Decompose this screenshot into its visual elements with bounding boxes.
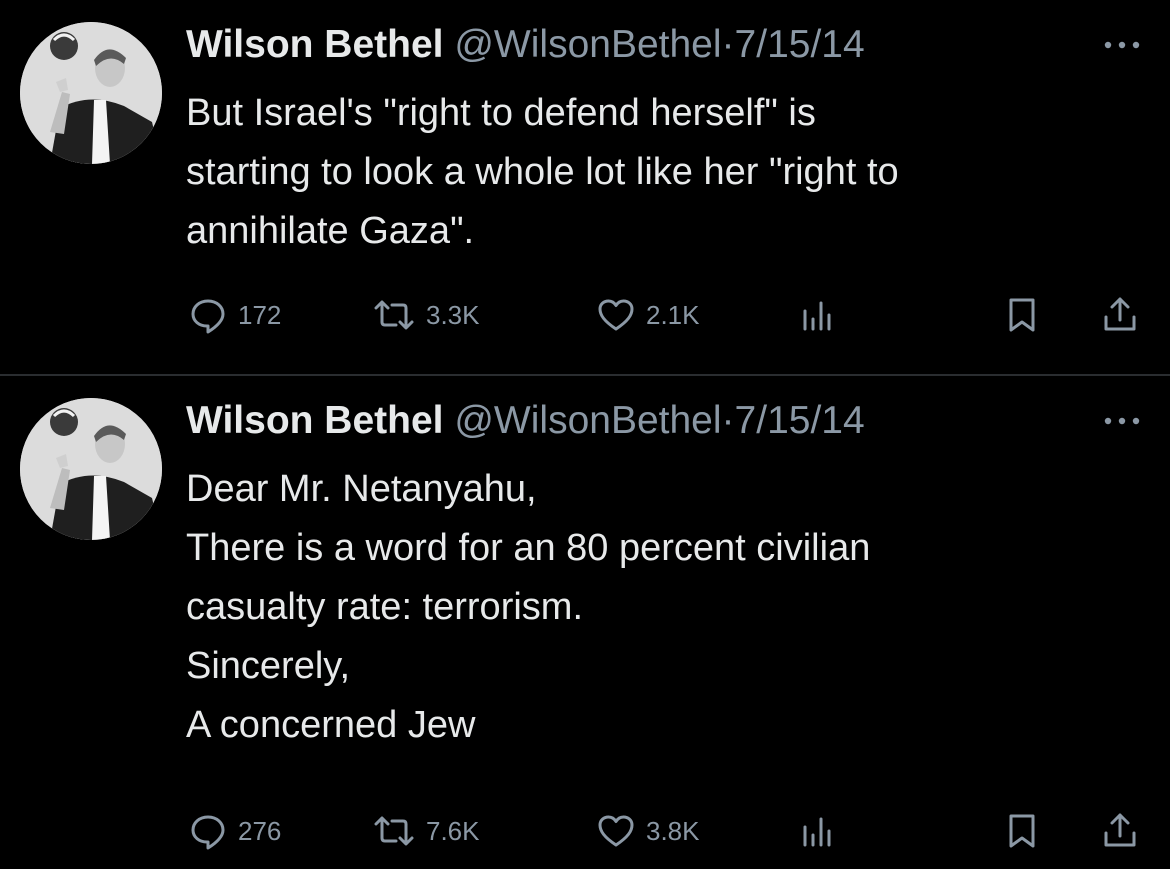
retweet-arrows-icon [374, 300, 414, 330]
tweet-text: Dear Mr. Netanyahu, There is a word for … [186, 460, 1146, 755]
bookmark-button[interactable] [1002, 290, 1042, 340]
like-count: 3.8K [646, 815, 700, 846]
views-button[interactable] [796, 806, 836, 856]
heart-icon [598, 299, 634, 331]
like-count: 2.1K [646, 299, 700, 330]
tweet-header: Wilson Bethel @WilsonBethel·7/15/14 [186, 20, 865, 70]
tweet-text-line: starting to look a whole lot like her "r… [186, 151, 899, 193]
tweet-text: But Israel's "right to defend herself" i… [186, 84, 1146, 261]
tweet-text-line: annihilate Gaza". [186, 210, 475, 252]
tweet-actions: 172 3.3K 2.1K [0, 290, 1170, 340]
reply-button[interactable]: 172 [188, 290, 281, 340]
tweet-actions: 276 7.6K 3.8K [0, 806, 1170, 856]
retweet-count: 7.6K [426, 815, 480, 846]
more-horizontal-icon [1104, 417, 1140, 425]
heart-icon [598, 815, 634, 847]
tweet-text-line: casualty rate: terrorism. [186, 586, 583, 628]
retweet-count: 3.3K [426, 299, 480, 330]
separator-dot: · [721, 399, 735, 442]
more-options-button[interactable] [1098, 406, 1146, 436]
views-button[interactable] [796, 290, 836, 340]
bar-chart-icon [803, 301, 831, 331]
bookmark-icon [1009, 814, 1035, 848]
author-handle[interactable]: @WilsonBethel [454, 23, 721, 66]
tweet-text-line: There is a word for an 80 percent civili… [186, 527, 871, 569]
share-button[interactable] [1100, 290, 1140, 340]
speech-bubble-icon [191, 299, 225, 334]
bar-chart-icon [803, 817, 831, 847]
share-button[interactable] [1100, 806, 1140, 856]
tweet-date[interactable]: 7/15/14 [735, 23, 865, 66]
tweet-text-line: Sincerely, [186, 645, 351, 687]
author-name[interactable]: Wilson Bethel [186, 23, 444, 66]
reply-button[interactable]: 276 [188, 806, 281, 856]
retweet-button[interactable]: 7.6K [372, 806, 480, 856]
tweet-date[interactable]: 7/15/14 [735, 399, 865, 442]
avatar[interactable] [20, 22, 162, 164]
tweet[interactable]: Wilson Bethel @WilsonBethel·7/15/14 But … [0, 0, 1170, 374]
like-button[interactable]: 2.1K [596, 290, 700, 340]
author-handle[interactable]: @WilsonBethel [454, 399, 721, 442]
reply-count: 276 [238, 815, 282, 846]
more-horizontal-icon [1104, 41, 1140, 49]
retweet-button[interactable]: 3.3K [372, 290, 480, 340]
reply-count: 172 [238, 299, 282, 330]
tweet-text-line: Dear Mr. Netanyahu, [186, 468, 537, 510]
speech-bubble-icon [191, 815, 225, 850]
author-name[interactable]: Wilson Bethel [186, 399, 444, 442]
tweet-header: Wilson Bethel @WilsonBethel·7/15/14 [186, 396, 865, 446]
retweet-arrows-icon [374, 816, 414, 846]
tweet[interactable]: Wilson Bethel @WilsonBethel·7/15/14 Dear… [0, 376, 1170, 869]
separator-dot: · [721, 23, 735, 66]
tweet-text-line: But Israel's "right to defend herself" i… [186, 92, 816, 134]
tweet-text-line: A concerned Jew [186, 704, 476, 746]
share-upload-icon [1104, 813, 1136, 847]
bookmark-button[interactable] [1002, 806, 1042, 856]
more-options-button[interactable] [1098, 30, 1146, 60]
avatar[interactable] [20, 398, 162, 540]
like-button[interactable]: 3.8K [596, 806, 700, 856]
share-upload-icon [1104, 297, 1136, 331]
bookmark-icon [1009, 298, 1035, 332]
